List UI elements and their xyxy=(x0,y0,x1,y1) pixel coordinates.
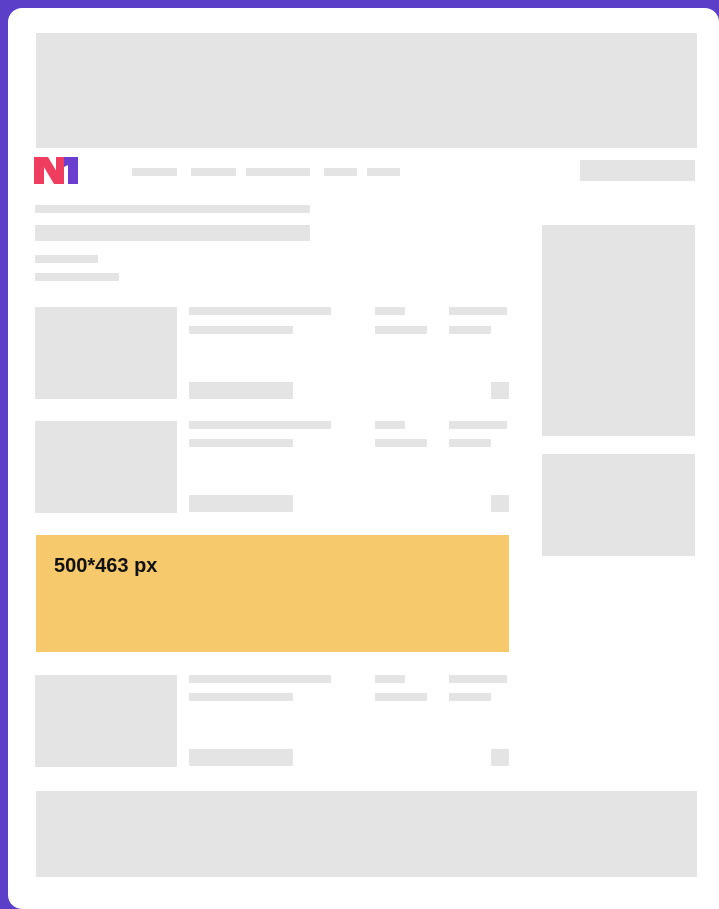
list-item-col-b-1 xyxy=(449,675,507,683)
sidebar-ad-placeholder xyxy=(542,225,695,436)
nav-item-3[interactable] xyxy=(246,168,310,176)
nav-item-5[interactable] xyxy=(367,168,400,176)
list-item-col-a-1 xyxy=(375,307,405,315)
list-item-subtitle xyxy=(189,693,293,701)
list-item-col-b-2 xyxy=(449,693,491,701)
list-item-thumbnail[interactable] xyxy=(35,421,177,513)
list-item-col-a-2 xyxy=(375,326,427,334)
list-item-col-a-1 xyxy=(375,421,405,429)
list-item-action-button[interactable] xyxy=(189,495,293,512)
nav-item-1[interactable] xyxy=(132,168,177,176)
meta-line-1 xyxy=(35,255,98,263)
logo-mid-bar xyxy=(56,157,64,184)
nav-item-4[interactable] xyxy=(324,168,357,176)
list-item-col-a-2 xyxy=(375,439,427,447)
list-item-col-b-2 xyxy=(449,439,491,447)
page-title xyxy=(35,225,310,241)
page-card: 500*463 px xyxy=(8,8,719,909)
list-item-action-button[interactable] xyxy=(189,382,293,399)
meta-line-2 xyxy=(35,273,119,281)
sidebar-widget-placeholder xyxy=(542,454,695,556)
list-item-icon-button[interactable] xyxy=(491,749,509,766)
list-item-icon-button[interactable] xyxy=(491,382,509,399)
nav-item-2[interactable] xyxy=(191,168,236,176)
list-item-col-b-2 xyxy=(449,326,491,334)
ad-slot-size-label: 500*463 px xyxy=(54,555,158,577)
list-item-col-a-1 xyxy=(375,675,405,683)
footer-placeholder xyxy=(36,791,697,877)
list-item-title[interactable] xyxy=(189,675,331,683)
list-item-thumbnail[interactable] xyxy=(35,307,177,399)
list-item-title[interactable] xyxy=(189,421,331,429)
list-item-subtitle xyxy=(189,439,293,447)
list-item-col-b-1 xyxy=(449,307,507,315)
search-input[interactable] xyxy=(580,160,695,181)
logo-one xyxy=(64,157,78,184)
site-logo[interactable] xyxy=(34,157,79,184)
list-item-action-button[interactable] xyxy=(189,749,293,766)
list-item-title[interactable] xyxy=(189,307,331,315)
breadcrumb[interactable] xyxy=(35,205,310,213)
list-item-thumbnail[interactable] xyxy=(35,675,177,767)
list-item-col-a-2 xyxy=(375,693,427,701)
list-item-subtitle xyxy=(189,326,293,334)
list-item-icon-button[interactable] xyxy=(491,495,509,512)
top-banner-placeholder xyxy=(36,33,697,148)
ad-slot-highlight[interactable]: 500*463 px xyxy=(36,535,509,652)
list-item-col-b-1 xyxy=(449,421,507,429)
